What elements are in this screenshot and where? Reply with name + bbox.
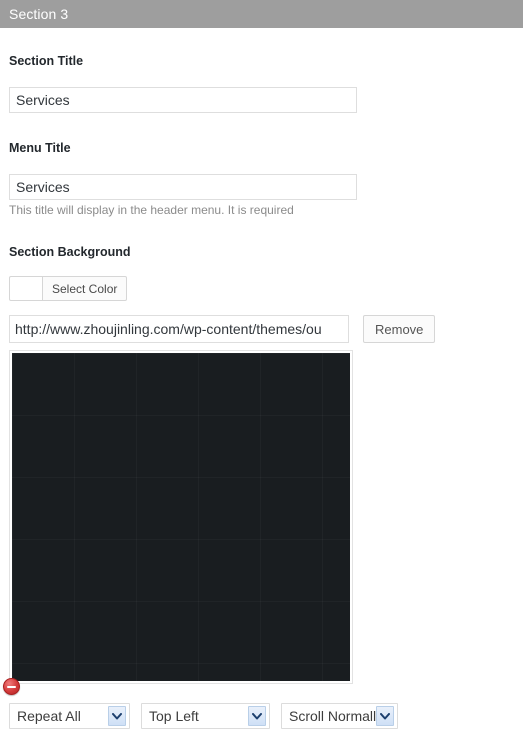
menu-title-help-text: This title will display in the header me… — [9, 203, 294, 217]
background-image-preview — [9, 350, 353, 684]
menu-title-label: Menu Title — [9, 141, 71, 155]
section-title-label: Section Title — [9, 54, 84, 68]
background-position-select[interactable]: Top Left — [141, 703, 270, 729]
background-repeat-value: Repeat All — [17, 708, 81, 724]
background-image-thumbnail — [12, 353, 350, 681]
remove-image-button[interactable]: Remove — [363, 315, 436, 343]
background-image-url-row: Remove — [9, 315, 436, 343]
background-options-row: Repeat All Top Left Scroll Normally — [9, 703, 409, 729]
section-header-title: Section 3 — [9, 6, 69, 22]
section-title-input[interactable] — [9, 87, 357, 113]
chevron-down-icon[interactable] — [376, 706, 394, 726]
background-repeat-select[interactable]: Repeat All — [9, 703, 130, 729]
chevron-down-icon[interactable] — [248, 706, 266, 726]
menu-title-input[interactable] — [9, 174, 357, 200]
color-swatch[interactable] — [9, 276, 43, 301]
minus-bar — [7, 685, 16, 688]
background-image-url-input[interactable] — [9, 315, 349, 343]
select-color-button[interactable]: Select Color — [43, 276, 128, 301]
color-picker-control[interactable]: Select Color — [9, 276, 128, 301]
section-background-label: Section Background — [9, 245, 131, 259]
minus-circle-icon[interactable] — [3, 678, 20, 695]
background-attachment-value: Scroll Normally — [289, 708, 384, 724]
background-attachment-select[interactable]: Scroll Normally — [281, 703, 398, 729]
chevron-down-icon[interactable] — [108, 706, 126, 726]
section-header-bar: Section 3 — [0, 0, 523, 28]
background-position-value: Top Left — [149, 708, 199, 724]
